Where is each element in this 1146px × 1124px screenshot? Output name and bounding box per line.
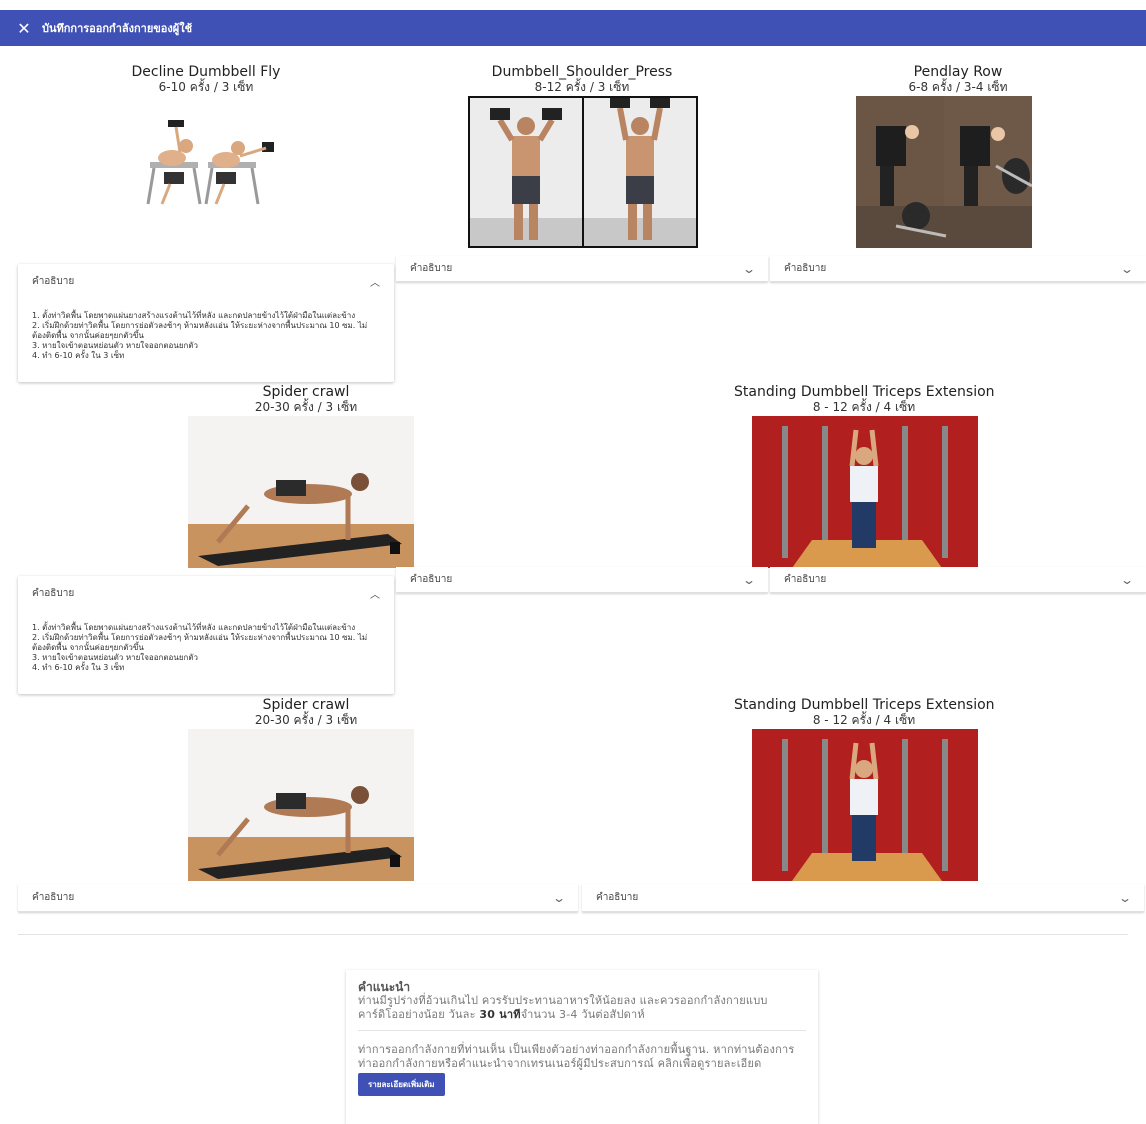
exercise-image [468, 96, 698, 248]
description-label: คำอธิบาย [32, 892, 75, 903]
chevron-up-icon[interactable]: ︿ [370, 274, 380, 289]
description-line: 1. ตั้งท่าวิดพื้น โดยพาดแผ่นยางสร้างแรงต… [32, 623, 356, 632]
app-bar: ✕ บันทึกการออกกำลังกายของผู้ใช้ [0, 10, 1146, 46]
description-header[interactable]: คำอธิบาย ︿ [32, 586, 380, 601]
description-accordion[interactable]: คำอธิบาย ⌄ [396, 567, 768, 593]
section-divider [18, 934, 1128, 935]
exercise-name: Standing Dumbbell Triceps Extension [734, 697, 995, 713]
chevron-down-icon[interactable]: ⌄ [1118, 891, 1132, 905]
more-details-button[interactable]: รายละเอียดเพิ่มเติม [358, 1073, 445, 1096]
description-label: คำอธิบาย [596, 892, 639, 903]
advice-card: คำแนะนำ ท่านมีรูปร่างที่อ้วนเกินไป ควรรั… [346, 970, 818, 1124]
exercise-reps: 6-8 ครั้ง / 3-4 เซ็ท [908, 80, 1008, 94]
exercise-image [188, 416, 414, 568]
exercise-card: Standing Dumbbell Triceps Extension 8 - … [734, 697, 995, 727]
description-panel: คำอธิบาย ︿ 1. ตั้งท่าวิดพื้น โดยพาดแผ่นย… [18, 264, 394, 382]
exercise-card: Decline Dumbbell Fly 6-10 ครั้ง / 3 เซ็ท [106, 64, 306, 94]
exercise-image [130, 112, 282, 212]
description-accordion[interactable]: คำอธิบาย ⌄ [770, 567, 1146, 593]
description-label: คำอธิบาย [32, 276, 75, 287]
exercise-reps: 20-30 ครั้ง / 3 เซ็ท [254, 713, 358, 727]
advice-divider [358, 1030, 806, 1031]
chevron-up-icon[interactable]: ︿ [370, 586, 380, 601]
description-label: คำอธิบาย [32, 588, 75, 599]
exercise-name: Dumbbell_Shoulder_Press [491, 64, 673, 80]
exercise-image [752, 729, 978, 881]
description-panel: คำอธิบาย ︿ 1. ตั้งท่าวิดพื้น โดยพาดแผ่นย… [18, 576, 394, 694]
description-accordion[interactable]: คำอธิบาย ⌄ [18, 884, 578, 912]
description-line: 3. หายใจเข้าตอนหย่อนตัว หายใจออกตอนยกตัว [32, 341, 199, 350]
description-label: คำอธิบาย [410, 263, 453, 274]
exercise-reps: 6-10 ครั้ง / 3 เซ็ท [158, 80, 254, 94]
description-line: 4. ทำ 6-10 ครั้ง ใน 3 เซ็ท [32, 351, 125, 360]
chevron-down-icon[interactable]: ⌄ [1120, 262, 1134, 276]
chevron-down-icon[interactable]: ⌄ [742, 573, 756, 587]
exercise-name: Standing Dumbbell Triceps Extension [734, 384, 995, 400]
exercise-name: Spider crawl [262, 384, 350, 400]
chevron-down-icon[interactable]: ⌄ [1120, 573, 1134, 587]
description-accordion[interactable]: คำอธิบาย ⌄ [582, 884, 1144, 912]
description-label: คำอธิบาย [784, 263, 827, 274]
description-header[interactable]: คำอธิบาย ︿ [32, 274, 380, 289]
exercise-reps: 8 - 12 ครั้ง / 4 เซ็ท [812, 713, 916, 727]
description-line: 3. หายใจเข้าตอนหย่อนตัว หายใจออกตอนยกตัว [32, 653, 199, 662]
advice-heading: คำแนะนำ [358, 980, 411, 994]
description-label: คำอธิบาย [410, 574, 453, 585]
exercise-name: Pendlay Row [913, 64, 1003, 80]
description-line: 1. ตั้งท่าวิดพื้น โดยพาดแผ่นยางสร้างแรงต… [32, 311, 356, 320]
description-accordion[interactable]: คำอธิบาย ⌄ [396, 256, 768, 282]
exercise-reps: 8 - 12 ครั้ง / 4 เซ็ท [812, 400, 916, 414]
exercise-card: Spider crawl 20-30 ครั้ง / 3 เซ็ท [206, 384, 406, 414]
exercise-image [752, 416, 978, 568]
description-line: 2. เริ่มฝึกด้วยท่าวิดพื้น โดยการย่อตัวลง… [32, 321, 368, 330]
exercise-card: Dumbbell_Shoulder_Press 8-12 ครั้ง / 3 เ… [462, 64, 702, 94]
exercise-card: Standing Dumbbell Triceps Extension 8 - … [734, 384, 995, 414]
exercise-reps: 20-30 ครั้ง / 3 เซ็ท [254, 400, 358, 414]
description-line: 4. ทำ 6-10 ครั้ง ใน 3 เซ็ท [32, 663, 125, 672]
advice-text-2: ท่าการออกกำลังกายที่ท่านเห็น เป็นเพียงตั… [358, 1043, 795, 1070]
exercise-card: Pendlay Row 6-8 ครั้ง / 3-4 เซ็ท [858, 64, 1058, 94]
exercise-image [856, 96, 1032, 248]
exercise-name: Decline Dumbbell Fly [131, 64, 281, 80]
advice-text-1: ท่านมีรูปร่างที่อ้วนเกินไป ควรรับประทานอ… [358, 994, 768, 1021]
exercise-image [188, 729, 414, 881]
exercise-name: Spider crawl [262, 697, 350, 713]
close-icon[interactable]: ✕ [14, 19, 34, 38]
description-line: 2. เริ่มฝึกด้วยท่าวิดพื้น โดยการย่อตัวลง… [32, 633, 368, 642]
chevron-down-icon[interactable]: ⌄ [742, 262, 756, 276]
chevron-down-icon[interactable]: ⌄ [552, 891, 566, 905]
exercise-card: Spider crawl 20-30 ครั้ง / 3 เซ็ท [206, 697, 406, 727]
exercise-reps: 8-12 ครั้ง / 3 เซ็ท [534, 80, 630, 94]
description-line: ต้องติดพื้น จากนั้นค่อยๆยกตัวขึ้น [32, 331, 144, 340]
app-title: บันทึกการออกกำลังกายของผู้ใช้ [42, 22, 193, 35]
description-accordion[interactable]: คำอธิบาย ⌄ [770, 256, 1146, 282]
description-line: ต้องติดพื้น จากนั้นค่อยๆยกตัวขึ้น [32, 643, 144, 652]
description-label: คำอธิบาย [784, 574, 827, 585]
